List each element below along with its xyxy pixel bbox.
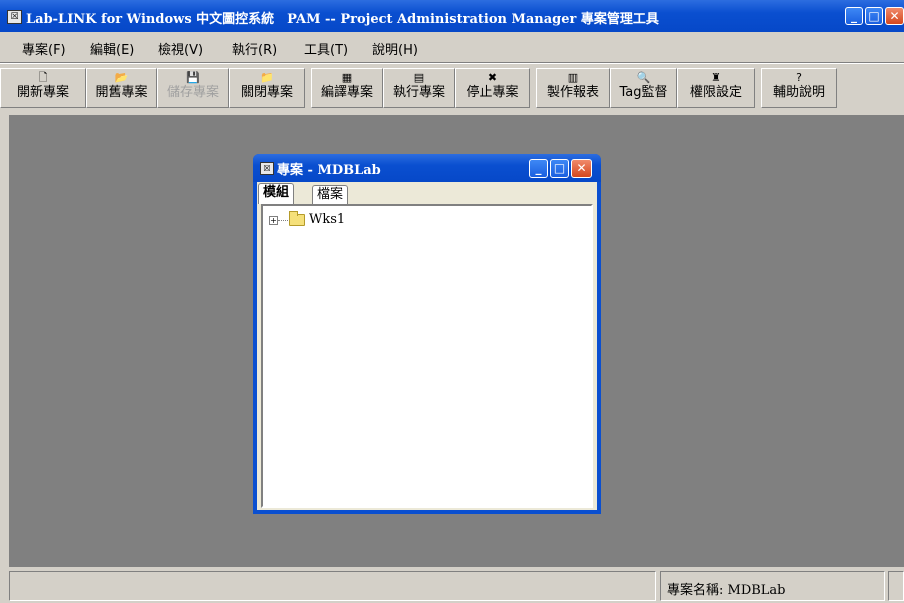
help-icon: ?	[796, 71, 802, 84]
run-project-button[interactable]: ▤ 執行專案	[383, 68, 455, 108]
close-icon: ✕	[889, 9, 900, 23]
project-window-title-bar[interactable]: ☒ 專案 - MDBLab _ □ ✕	[253, 154, 601, 182]
run-icon: ▤	[413, 71, 425, 84]
tag-monitor-icon: 🔍	[636, 71, 651, 84]
minimize-icon: _	[535, 161, 542, 175]
menu-run[interactable]: 執行(R)	[232, 39, 277, 58]
new-project-button[interactable]: 🗋 開新專案	[0, 68, 86, 108]
status-pane-project: 專案名稱: MDBLab	[660, 571, 885, 601]
menu-bar: 專案(F) 編輯(E) 檢視(V) 執行(R) 工具(T) 說明(H)	[0, 32, 904, 62]
tree-item-label: Wks1	[309, 212, 346, 227]
tag-monitor-button[interactable]: 🔍 Tag監督	[610, 68, 677, 108]
help-button[interactable]: ? 輔助說明	[761, 68, 837, 108]
close-folder-icon: 📁	[260, 71, 274, 84]
toolbar: 🗋 開新專案 📂 開舊專案 💾 儲存專案 📁 關閉專案 ▦ 編譯專案 ▤ 執行專…	[0, 64, 904, 114]
window-title: Lab-LINK for Windows 中文圖控系統 PAM -- Proje…	[26, 12, 659, 27]
close-project-button[interactable]: 📁 關閉專案	[229, 68, 305, 108]
project-window-body: 模組 檔案 + Wks1	[257, 182, 597, 510]
status-pane-main	[9, 571, 656, 601]
open-project-button[interactable]: 📂 開舊專案	[86, 68, 157, 108]
minimize-button[interactable]: _	[845, 7, 863, 25]
menu-file[interactable]: 專案(F)	[22, 39, 66, 58]
expand-icon[interactable]: +	[269, 216, 278, 225]
menu-view[interactable]: 檢視(V)	[158, 39, 203, 58]
report-icon: ▥	[567, 71, 579, 84]
title-bar[interactable]: ☒ Lab-LINK for Windows 中文圖控系統 PAM -- Pro…	[0, 0, 904, 32]
compile-project-button[interactable]: ▦ 編譯專案	[311, 68, 383, 108]
menu-help[interactable]: 說明(H)	[372, 39, 418, 58]
maximize-button[interactable]: □	[865, 7, 883, 25]
project-window-icon[interactable]: ☒	[260, 162, 274, 175]
save-disk-icon: 💾	[186, 71, 200, 84]
compile-icon: ▦	[341, 71, 353, 84]
open-folder-icon: 📂	[114, 71, 129, 84]
save-project-button[interactable]: 💾 儲存專案	[157, 68, 229, 108]
project-window: ☒ 專案 - MDBLab _ □ ✕ 模組 檔案 + Wks1	[253, 154, 601, 514]
permission-settings-button[interactable]: ♜ 權限設定	[677, 68, 755, 108]
minimize-icon: _	[851, 9, 857, 23]
app-icon[interactable]: ☒	[7, 10, 22, 24]
close-icon: ✕	[576, 161, 587, 175]
project-name-status: 專案名稱: MDBLab	[667, 583, 786, 598]
maximize-icon: □	[868, 9, 880, 23]
stop-project-button[interactable]: ✖ 停止專案	[455, 68, 530, 108]
child-close-button[interactable]: ✕	[571, 159, 592, 178]
permission-icon: ♜	[711, 71, 721, 84]
menu-tools[interactable]: 工具(T)	[304, 39, 348, 58]
child-minimize-button[interactable]: _	[529, 159, 548, 178]
tab-files[interactable]: 檔案	[312, 185, 349, 204]
new-document-icon: 🗋	[38, 71, 48, 84]
close-button[interactable]: ✕	[885, 7, 904, 25]
project-window-title: 專案 - MDBLab	[277, 163, 381, 178]
size-grip[interactable]	[888, 571, 904, 601]
folder-icon	[289, 211, 305, 226]
tab-modules[interactable]: 模組	[258, 183, 295, 204]
stop-icon: ✖	[487, 71, 498, 84]
menu-edit[interactable]: 編輯(E)	[90, 39, 134, 58]
main-window: ☒ Lab-LINK for Windows 中文圖控系統 PAM -- Pro…	[0, 0, 904, 603]
child-maximize-button[interactable]: □	[550, 159, 569, 178]
tree-connector	[278, 220, 288, 221]
make-report-button[interactable]: ▥ 製作報表	[536, 68, 610, 108]
maximize-icon: □	[553, 161, 566, 175]
status-bar: 專案名稱: MDBLab	[0, 567, 904, 603]
module-tree[interactable]: + Wks1	[261, 204, 593, 508]
